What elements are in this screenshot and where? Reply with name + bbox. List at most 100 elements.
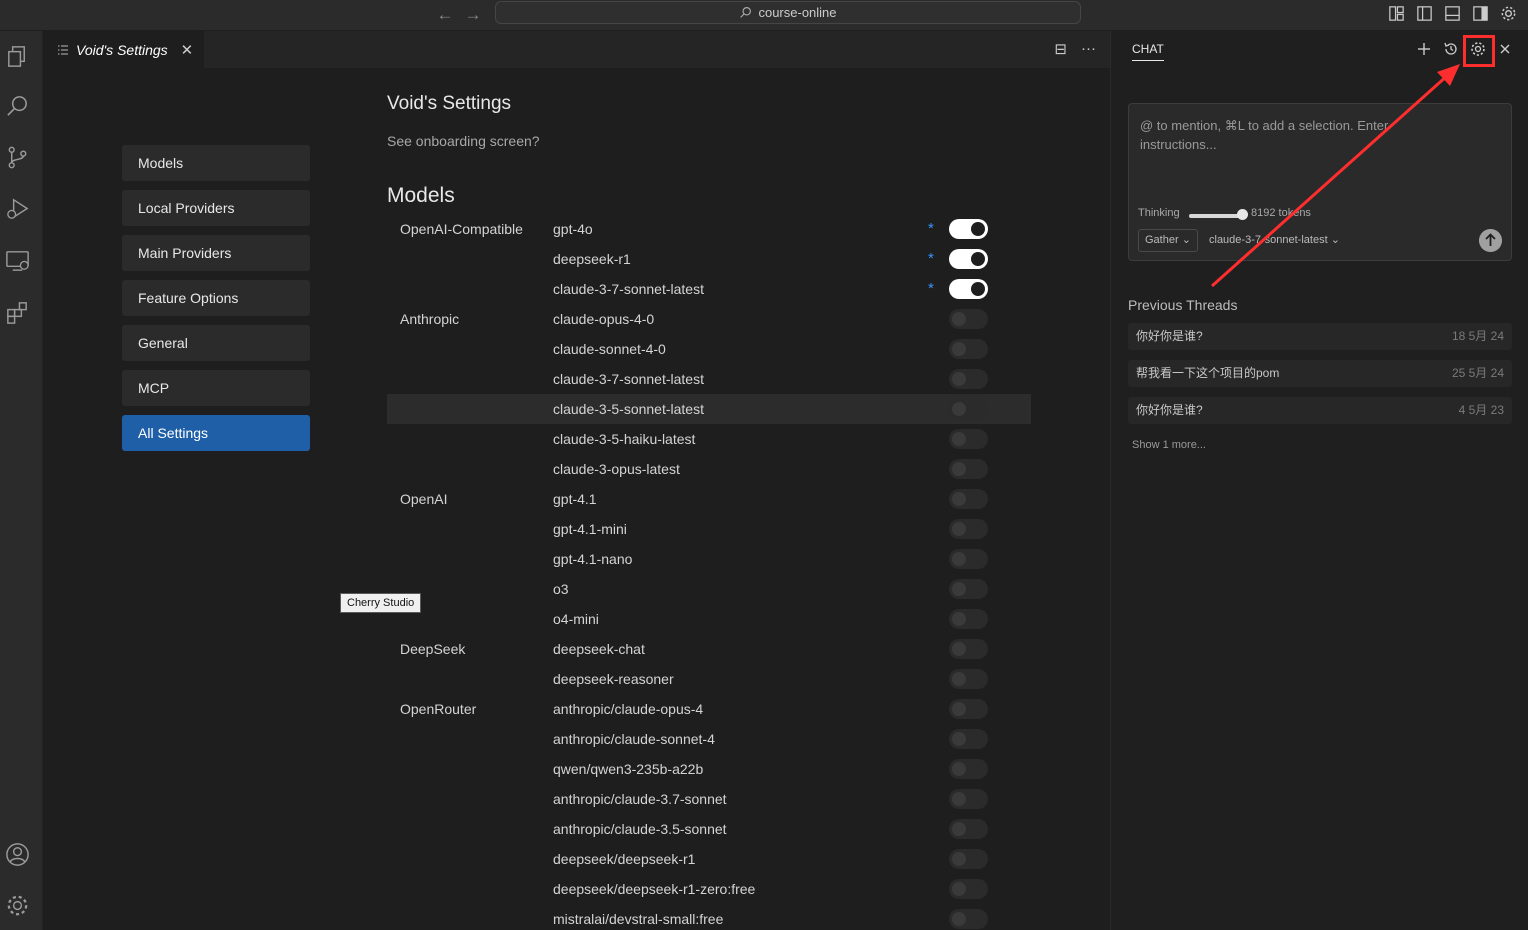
model-name: claude-3-7-sonnet-latest — [553, 281, 704, 297]
close-icon[interactable]: ✕ — [181, 41, 194, 59]
customize-layout-icon[interactable] — [1387, 4, 1406, 23]
tab-void-settings[interactable]: Void's Settings ✕ — [43, 31, 204, 68]
model-toggle[interactable] — [949, 759, 988, 779]
toggle-secondary-sidebar-icon[interactable] — [1471, 4, 1490, 23]
thread-title: 你好你是谁? — [1136, 329, 1203, 343]
provider-label: Anthropic — [400, 311, 460, 327]
search-icon[interactable] — [4, 93, 31, 120]
model-name: anthropic/claude-3.7-sonnet — [553, 791, 727, 807]
model-toggle[interactable] — [949, 429, 988, 449]
model-toggle[interactable] — [949, 879, 988, 899]
model-toggle[interactable] — [949, 279, 988, 299]
model-name: qwen/qwen3-235b-a22b — [553, 761, 704, 777]
split-editor-icon[interactable]: ⊟ — [1054, 40, 1067, 58]
custom-model-star-icon: * — [928, 250, 934, 267]
model-toggle[interactable] — [949, 669, 988, 689]
model-row: claude-3-7-sonnet-latest * — [387, 274, 1031, 304]
extensions-icon[interactable] — [4, 299, 31, 326]
model-toggle[interactable] — [949, 789, 988, 809]
model-list: OpenAI-Compatible gpt-4o * deepseek-r1 * clau… — [387, 214, 1031, 930]
model-row: OpenRouter anthropic/claude-opus-4 — [387, 694, 1031, 724]
run-debug-icon[interactable] — [4, 195, 31, 222]
explorer-icon[interactable] — [4, 43, 31, 70]
model-toggle[interactable] — [949, 609, 988, 629]
tab-chat[interactable]: CHAT — [1132, 42, 1164, 61]
model-row: o3 — [387, 574, 1031, 604]
provider-label: OpenAI-Compatible — [400, 221, 523, 237]
model-toggle[interactable] — [949, 369, 988, 389]
model-toggle[interactable] — [949, 639, 988, 659]
model-name: deepseek/deepseek-r1 — [553, 851, 696, 867]
source-control-icon[interactable] — [4, 144, 31, 171]
thinking-slider-knob[interactable] — [1237, 209, 1248, 220]
thread-item[interactable]: 你好你是谁? 4 5月 23 — [1128, 397, 1512, 424]
sidebar-item-main-providers[interactable]: Main Providers — [122, 235, 310, 271]
model-toggle[interactable] — [949, 579, 988, 599]
sidebar-item-mcp[interactable]: MCP — [122, 370, 310, 406]
model-toggle[interactable] — [949, 489, 988, 509]
model-name: gpt-4.1-mini — [553, 521, 627, 537]
model-name: gpt-4.1-nano — [553, 551, 633, 567]
more-actions-icon[interactable]: ··· — [1081, 40, 1096, 58]
mode-select[interactable]: Gather ⌄ — [1138, 229, 1198, 252]
models-heading: Models — [387, 184, 455, 207]
previous-threads-title: Previous Threads — [1128, 297, 1238, 313]
model-toggle[interactable] — [949, 549, 988, 569]
model-toggle[interactable] — [949, 219, 988, 239]
sidebar-item-feature-options[interactable]: Feature Options — [122, 280, 310, 316]
model-row: qwen/qwen3-235b-a22b — [387, 754, 1031, 784]
model-row: claude-sonnet-4-0 — [387, 334, 1031, 364]
model-name: deepseek-r1 — [553, 251, 631, 267]
model-row: OpenAI-Compatible gpt-4o * — [387, 214, 1031, 244]
model-row: Anthropic claude-opus-4-0 — [387, 304, 1031, 334]
account-icon[interactable] — [4, 841, 31, 868]
model-row: deepseek-r1 * — [387, 244, 1031, 274]
model-toggle[interactable] — [949, 819, 988, 839]
model-toggle[interactable] — [949, 519, 988, 539]
model-toggle[interactable] — [949, 459, 988, 479]
model-row: OpenAI gpt-4.1 — [387, 484, 1031, 514]
arrow-right-icon[interactable]: → — [462, 4, 484, 26]
thinking-label: Thinking — [1138, 207, 1180, 219]
chat-panel: CHAT @ to mention, ⌘L to add a selection… — [1110, 31, 1528, 930]
remote-explorer-icon[interactable] — [4, 247, 31, 274]
chat-input[interactable]: @ to mention, ⌘L to add a selection. Ent… — [1128, 103, 1512, 261]
onboarding-link[interactable]: See onboarding screen? — [387, 133, 540, 149]
model-toggle[interactable] — [949, 399, 988, 419]
thinking-slider[interactable] — [1189, 214, 1243, 218]
gear-icon[interactable] — [1499, 4, 1518, 23]
thread-item[interactable]: 你好你是谁? 18 5月 24 — [1128, 323, 1512, 350]
sidebar-item-general[interactable]: General — [122, 325, 310, 361]
model-toggle[interactable] — [949, 339, 988, 359]
model-toggle[interactable] — [949, 729, 988, 749]
model-row: claude-3-7-sonnet-latest — [387, 364, 1031, 394]
thread-item[interactable]: 帮我看一下这个项目的pom 25 5月 24 — [1128, 360, 1512, 387]
chevron-down-icon: ⌄ — [1181, 234, 1191, 246]
plus-icon[interactable] — [1415, 40, 1433, 58]
model-name: claude-3-opus-latest — [553, 461, 680, 477]
model-toggle[interactable] — [949, 909, 988, 929]
model-toggle[interactable] — [949, 849, 988, 869]
send-button[interactable] — [1479, 229, 1502, 252]
model-name: anthropic/claude-sonnet-4 — [553, 731, 715, 747]
toggle-panel-icon[interactable] — [1443, 4, 1462, 23]
toggle-primary-sidebar-icon[interactable] — [1415, 4, 1434, 23]
manage-gear-icon[interactable] — [4, 892, 31, 919]
history-icon[interactable] — [1442, 40, 1460, 58]
model-toggle[interactable] — [949, 249, 988, 269]
arrow-left-icon[interactable]: ← — [434, 4, 456, 26]
show-more-link[interactable]: Show 1 more... — [1132, 439, 1206, 451]
model-toggle[interactable] — [949, 309, 988, 329]
model-row: deepseek/deepseek-r1-zero:free — [387, 874, 1031, 904]
model-toggle[interactable] — [949, 699, 988, 719]
sidebar-item-all-settings[interactable]: All Settings — [122, 415, 310, 451]
thread-title: 帮我看一下这个项目的pom — [1136, 366, 1280, 380]
thread-title: 你好你是谁? — [1136, 403, 1203, 417]
sidebar-item-local-providers[interactable]: Local Providers — [122, 190, 310, 226]
sidebar-item-models[interactable]: Models — [122, 145, 310, 181]
model-select[interactable]: claude-3-7-sonnet-latest ⌄ — [1209, 229, 1340, 252]
model-row: deepseek-reasoner — [387, 664, 1031, 694]
provider-label: OpenRouter — [400, 701, 477, 717]
command-center[interactable]: course-online — [495, 1, 1081, 24]
close-icon[interactable] — [1496, 40, 1514, 58]
